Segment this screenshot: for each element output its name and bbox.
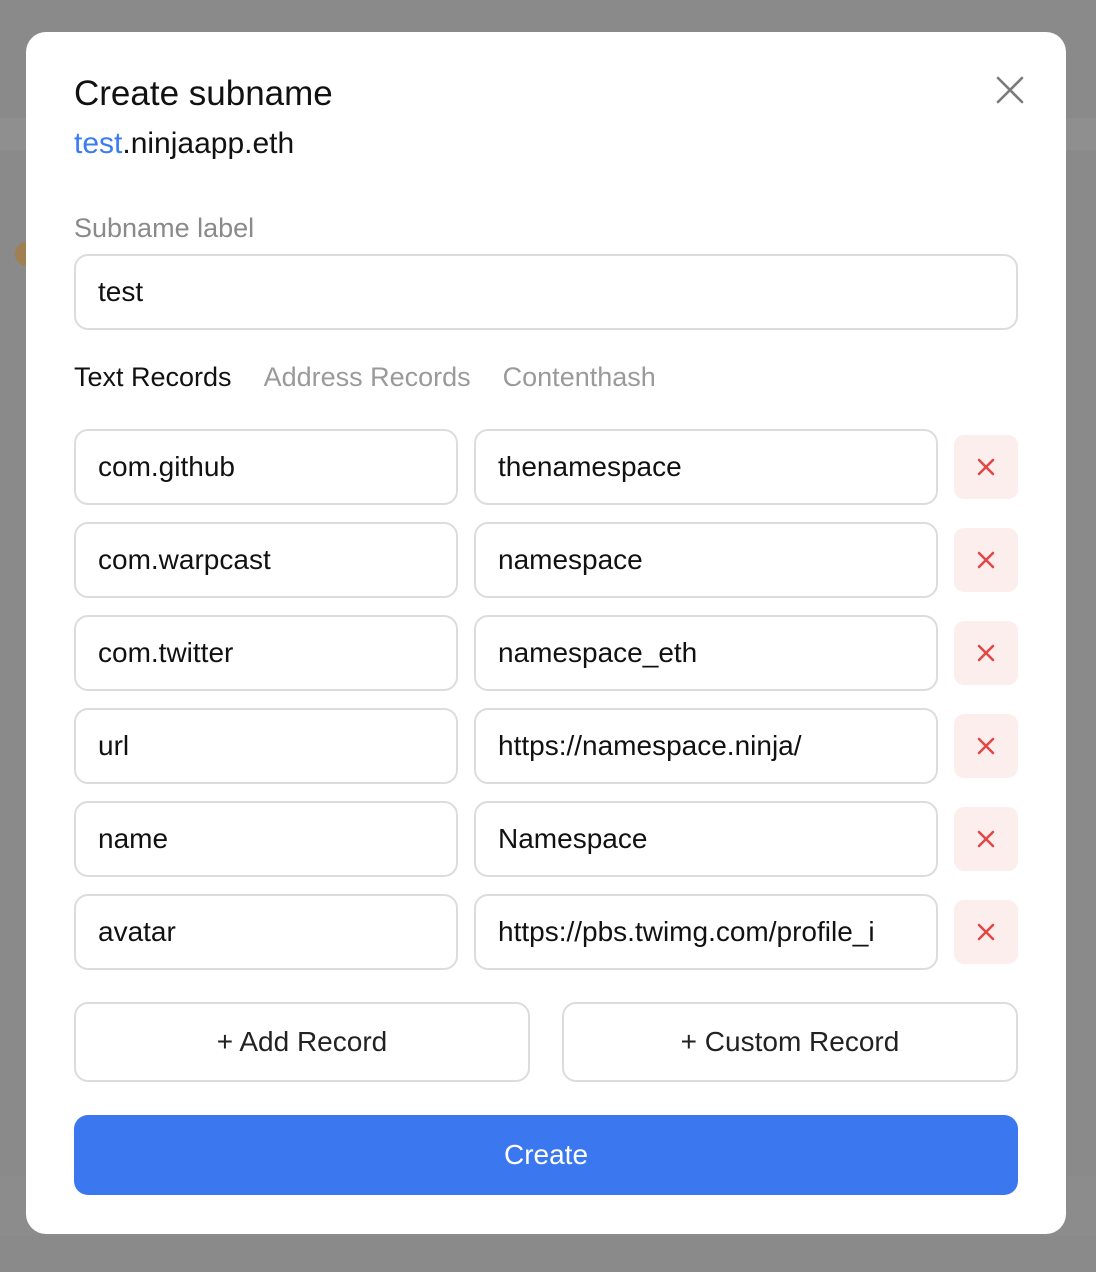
record-key-input[interactable] — [74, 894, 458, 970]
tab-contenthash[interactable]: Contenthash — [503, 362, 656, 393]
tab-text-records[interactable]: Text Records — [74, 362, 232, 393]
custom-record-button[interactable]: + Custom Record — [562, 1002, 1018, 1082]
record-key-input[interactable] — [74, 615, 458, 691]
x-icon — [977, 551, 995, 569]
delete-record-button[interactable] — [954, 435, 1018, 499]
delete-record-button[interactable] — [954, 621, 1018, 685]
create-subname-modal: Create subname test.ninjaapp.eth Subname… — [26, 32, 1066, 1234]
delete-record-button[interactable] — [954, 900, 1018, 964]
x-icon — [977, 923, 995, 941]
record-value-input[interactable] — [474, 894, 938, 970]
record-key-input[interactable] — [74, 801, 458, 877]
delete-record-button[interactable] — [954, 714, 1018, 778]
record-row — [74, 522, 1018, 598]
record-row — [74, 801, 1018, 877]
tab-address-records[interactable]: Address Records — [264, 362, 471, 393]
delete-record-button[interactable] — [954, 807, 1018, 871]
full-subname: test.ninjaapp.eth — [74, 127, 294, 161]
record-row — [74, 708, 1018, 784]
record-row — [74, 615, 1018, 691]
record-value-input[interactable] — [474, 429, 938, 505]
record-value-input[interactable] — [474, 522, 938, 598]
subname-label-input[interactable] — [74, 254, 1018, 330]
subname-label-heading: Subname label — [74, 213, 255, 243]
close-button[interactable] — [992, 72, 1028, 108]
x-icon — [977, 737, 995, 755]
modal-title: Create subname — [74, 74, 333, 113]
record-key-input[interactable] — [74, 708, 458, 784]
close-icon — [996, 76, 1024, 104]
record-row — [74, 429, 1018, 505]
record-value-input[interactable] — [474, 615, 938, 691]
x-icon — [977, 458, 995, 476]
record-tabs: Text Records Address Records Contenthash — [74, 362, 656, 393]
x-icon — [977, 644, 995, 662]
record-value-input[interactable] — [474, 708, 938, 784]
parent-domain: .ninjaapp.eth — [122, 127, 295, 160]
record-value-input[interactable] — [474, 801, 938, 877]
subname-label-preview: test — [74, 127, 123, 160]
record-key-input[interactable] — [74, 522, 458, 598]
record-row — [74, 894, 1018, 970]
record-key-input[interactable] — [74, 429, 458, 505]
delete-record-button[interactable] — [954, 528, 1018, 592]
x-icon — [977, 830, 995, 848]
create-button[interactable]: Create — [74, 1115, 1018, 1195]
add-record-button[interactable]: + Add Record — [74, 1002, 530, 1082]
